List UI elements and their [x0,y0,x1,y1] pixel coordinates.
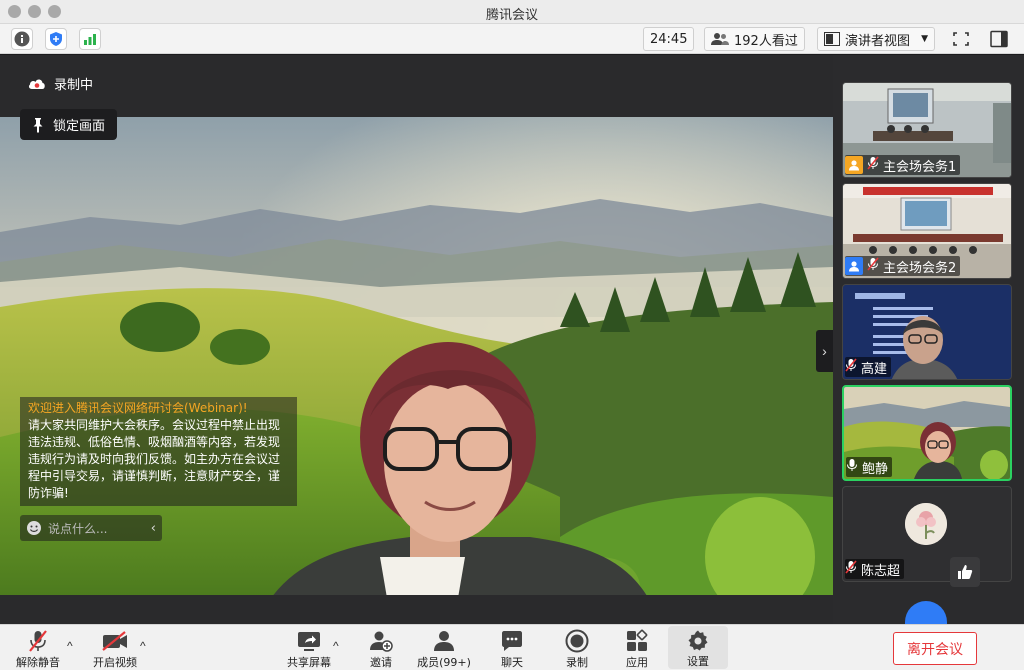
share-screen-label: 共享屏幕 [287,656,331,669]
participant-label: 主会场会务2 [845,256,961,276]
view-mode-text: 演讲者视图 [845,33,911,49]
gear-icon [683,628,713,653]
duration-text: 24:45 [650,31,688,47]
mic-muted-icon [845,358,857,376]
dropdown-caret-icon: ▼ [921,34,928,44]
mic-muted-icon [867,156,879,174]
participant-label: 陈志超 [845,559,905,579]
people-icon [711,33,729,45]
start-video-button[interactable]: 开启视频 [85,628,145,670]
unmute-label: 解除静音 [16,656,60,669]
collapse-chat-icon[interactable]: ‹ [151,521,156,536]
mic-muted-icon [867,257,879,275]
record-label: 录制 [566,656,588,669]
emoji-icon[interactable] [26,520,42,536]
window-title: 腾讯会议 [485,8,538,23]
participant-label: 主会场会务1 [845,155,961,175]
fullscreen-icon[interactable] [950,29,972,49]
share-screen-icon [294,628,324,654]
apps-label: 应用 [626,656,648,669]
participant-tile[interactable]: 主会场会务1 [842,82,1012,178]
audio-options-chevron-icon[interactable]: ^ [67,639,73,653]
participant-name: 陈志超 [861,563,901,579]
chevron-right-icon: › [822,343,827,359]
collapse-sidebar-button[interactable]: › [816,330,833,372]
pin-icon [33,117,43,133]
camera-off-icon [100,628,130,654]
chat-icon [497,628,527,654]
record-button[interactable]: 录制 [547,628,607,670]
bottom-control-bar: 解除静音 ^ 开启视频 ^ 共享屏幕 ^ 邀请 成员(99+) 聊天 录制 应用… [0,624,1024,670]
lock-view-label: 锁定画面 [53,119,106,134]
avatar [905,503,947,545]
settings-button[interactable]: 设置 [668,626,728,669]
mic-muted-icon [23,628,53,654]
leave-meeting-button[interactable]: 离开会议 [893,632,977,665]
info-icon[interactable] [11,28,33,50]
video-footer-strip [0,595,1024,624]
mic-on-icon [846,458,858,476]
chat-label: 聊天 [501,656,523,669]
avatar-icon [845,156,863,174]
participant-tile[interactable]: 主会场会务2 [842,183,1012,279]
invite-button[interactable]: 邀请 [351,628,411,670]
speaker-view-icon [824,32,840,46]
avatar-icon [845,257,863,275]
invite-label: 邀请 [370,656,392,669]
signal-icon[interactable] [79,28,101,50]
apps-button[interactable]: 应用 [607,628,667,670]
recording-label: 录制中 [54,78,94,93]
main-video-area: 录制中 锁定画面 欢迎进入腾讯会议网络研讨会(Webinar)! 请大家共同维护… [0,55,833,595]
record-icon [562,628,592,654]
chat-button[interactable]: 聊天 [482,628,542,670]
chat-notice-text: 请大家共同维护大会秩序。会议过程中禁止出现违法违规、低俗色情、吸烟酗酒等内容，若… [28,418,281,500]
participant-name: 鲍静 [862,461,889,477]
add-user-icon [366,628,396,654]
shield-icon[interactable] [45,28,67,50]
chat-message-box: 欢迎进入腾讯会议网络研讨会(Webinar)! 请大家共同维护大会秩序。会议过程… [20,397,297,506]
participant-label: 高建 [845,357,892,377]
settings-label: 设置 [687,655,709,668]
members-button[interactable]: 成员(99+) [413,628,475,670]
recording-indicator: 录制中 [28,74,93,93]
apps-icon [622,628,652,654]
start-video-label: 开启视频 [93,656,137,669]
viewers-text: 192人看过 [734,33,798,49]
members-icon [429,628,459,654]
like-button[interactable] [950,557,980,587]
title-bar: 腾讯会议 [0,0,1024,24]
meeting-duration: 24:45 [643,27,695,51]
share-options-chevron-icon[interactable]: ^ [333,639,339,653]
sidebar-toggle-icon[interactable] [988,29,1010,49]
chat-welcome-text: 欢迎进入腾讯会议网络研讨会(Webinar)! [28,401,248,415]
top-toolbar: 24:45 192人看过 演讲者视图 ▼ [0,24,1024,54]
participant-tile-active[interactable]: 鲍静 [842,385,1012,481]
participant-name: 高建 [861,361,888,377]
video-options-chevron-icon[interactable]: ^ [140,639,146,653]
chat-placeholder: 说点什么... [48,521,108,536]
participant-label: 鲍静 [846,457,893,477]
mic-muted-icon [845,560,857,578]
participant-tile[interactable]: 高建 [842,284,1012,380]
view-mode-dropdown[interactable]: 演讲者视图 ▼ [817,27,935,51]
participant-name: 主会场会务2 [883,260,957,276]
cloud-record-icon [28,78,45,89]
viewers-count[interactable]: 192人看过 [704,27,805,51]
lock-view-button[interactable]: 锁定画面 [20,109,118,140]
unmute-button[interactable]: 解除静音 [8,628,68,670]
thumbs-up-icon [958,565,973,579]
members-label: 成员(99+) [417,656,471,669]
chat-input[interactable]: 说点什么... ‹ [20,515,162,541]
participant-tile[interactable]: 陈志超 [842,486,1012,582]
participant-sidebar: 主会场会务1 主会场会务2 高建 鲍静 陈志超 [833,55,1024,612]
share-screen-button[interactable]: 共享屏幕 [279,628,339,670]
participant-name: 主会场会务1 [883,159,957,175]
